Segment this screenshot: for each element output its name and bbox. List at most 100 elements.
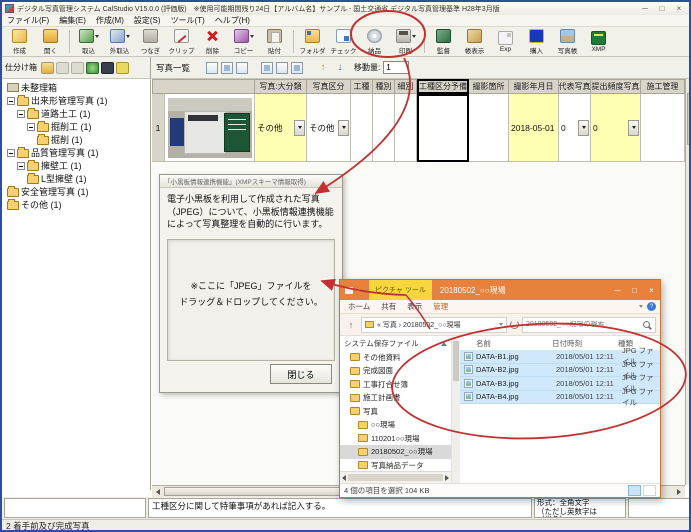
- collapse-icon[interactable]: [7, 97, 15, 105]
- delete-box-icon[interactable]: [71, 62, 84, 74]
- grid-view-icon[interactable]: [261, 62, 273, 74]
- location-cell[interactable]: [469, 94, 509, 162]
- explorer-minimize-button[interactable]: ─: [609, 280, 626, 300]
- sort-order-icon[interactable]: [236, 62, 248, 74]
- nav-item-110201-genba[interactable]: 110201○○現場: [340, 432, 451, 446]
- xmp-button[interactable]: XMP: [583, 27, 614, 56]
- dropdown-button[interactable]: [578, 120, 589, 136]
- tree-item-youheki[interactable]: 擁壁工 (1): [5, 159, 150, 172]
- bottom-empty-field-2[interactable]: [628, 498, 691, 518]
- tree-item-lgata[interactable]: L型擁壁 (1): [5, 172, 150, 185]
- header-syubetsu[interactable]: 種別: [373, 79, 395, 94]
- menu-file[interactable]: ファイル(F): [7, 15, 49, 26]
- expand-ribbon-icon[interactable]: [639, 305, 643, 308]
- tree-item-dekigata[interactable]: 出来形管理写真 (1): [5, 94, 150, 107]
- tab-share[interactable]: 共有: [381, 301, 396, 312]
- saibetsu-cell[interactable]: [395, 94, 417, 162]
- delete-button[interactable]: 削除: [197, 27, 228, 56]
- nav-item-other-docs[interactable]: その他資料: [340, 351, 451, 365]
- tree-item-unsorted[interactable]: 未整理箱: [5, 81, 150, 94]
- scroll-right-icon[interactable]: [673, 487, 685, 497]
- menu-create[interactable]: 作成(M): [96, 15, 124, 26]
- quick-access-icon[interactable]: [345, 287, 353, 294]
- export-list-icon[interactable]: [116, 62, 129, 74]
- refresh-icon[interactable]: [510, 320, 519, 329]
- move-down-icon[interactable]: ↓: [333, 61, 347, 75]
- single-view-icon[interactable]: [276, 62, 288, 74]
- header-construction-mgmt[interactable]: 施工管理: [641, 79, 685, 94]
- folder-button[interactable]: フォルダ: [297, 27, 328, 56]
- check-button[interactable]: チェック: [328, 27, 359, 56]
- search-input[interactable]: [526, 321, 643, 328]
- photo-cell[interactable]: [165, 94, 255, 162]
- tree-item-hinshitsu[interactable]: 品質管理写真 (1): [5, 146, 150, 159]
- column-date[interactable]: 日付時刻: [552, 338, 618, 349]
- vertical-scrollbar[interactable]: [685, 79, 691, 485]
- nav-item-20180502-genba[interactable]: 20180502_○○現場: [340, 445, 451, 459]
- header-frequency[interactable]: 提出頻度写真: [591, 79, 641, 94]
- maximize-button[interactable]: □: [655, 4, 669, 13]
- picture-tools-tab[interactable]: ピクチャ ツール: [369, 280, 432, 300]
- nav-item-delivery-data[interactable]: 写真納品データ: [340, 459, 451, 473]
- add-box-icon[interactable]: [41, 62, 54, 74]
- construction-mgmt-cell[interactable]: [641, 94, 685, 162]
- column-name[interactable]: 名前: [460, 338, 552, 349]
- photo-list-tab[interactable]: 写真一覧: [156, 62, 190, 74]
- ledger-view-button[interactable]: 帳表示: [459, 27, 490, 56]
- frequency-cell[interactable]: 0: [591, 94, 641, 162]
- thumbnail-view-icon[interactable]: [206, 62, 218, 74]
- minimize-button[interactable]: ─: [638, 4, 652, 13]
- nav-item-system[interactable]: システム保存ファイル: [340, 337, 451, 351]
- file-row-b4[interactable]: DATA-B4.jpg2018/05/01 12:11JPG ファイル: [460, 391, 660, 405]
- help-icon[interactable]: ?: [647, 302, 656, 311]
- remarks-field[interactable]: 工種区分に関して特筆事項があれば記入する。: [148, 498, 532, 518]
- nav-item-drawings[interactable]: 完成図面: [340, 364, 451, 378]
- paste-button[interactable]: 貼付: [259, 27, 290, 56]
- tree-item-kussaku[interactable]: 掘削 (1): [5, 133, 150, 146]
- quick-access-dropdown-icon[interactable]: [356, 289, 360, 292]
- close-button[interactable]: ×: [672, 4, 686, 13]
- refresh-icon[interactable]: [86, 62, 99, 74]
- tree-item-sonota[interactable]: その他 (1): [5, 198, 150, 211]
- nav-vertical-scrollbar[interactable]: [452, 337, 460, 483]
- header-major-class[interactable]: 写真:大分類: [255, 79, 307, 94]
- stitch-button[interactable]: つなぎ: [135, 27, 166, 56]
- scroll-left-icon[interactable]: [152, 487, 164, 497]
- clip-button[interactable]: クリップ: [166, 27, 197, 56]
- detail-view-icon[interactable]: [221, 62, 233, 74]
- deliver-button[interactable]: 納品: [359, 27, 390, 56]
- edit-box-icon[interactable]: [56, 62, 69, 74]
- nav-scrollbar-thumb[interactable]: [348, 474, 443, 481]
- major-class-cell[interactable]: その他: [255, 94, 307, 162]
- header-photo-kubun[interactable]: 写真区分: [307, 79, 351, 94]
- vertical-scrollbar-thumb[interactable]: [687, 93, 691, 145]
- collapse-icon[interactable]: [27, 123, 35, 131]
- breadcrumb[interactable]: « 写真 › 20180502_○○現場: [361, 317, 507, 333]
- import-button[interactable]: 取込: [73, 27, 104, 56]
- explorer-maximize-button[interactable]: □: [626, 280, 643, 300]
- kubun-yobi-cell[interactable]: [417, 94, 469, 162]
- dropdown-button[interactable]: [338, 120, 349, 136]
- supervisor-button[interactable]: 監督: [428, 27, 459, 56]
- syubetsu-cell[interactable]: [373, 94, 395, 162]
- header-location[interactable]: 撮影箇所: [469, 79, 509, 94]
- representative-cell[interactable]: 0: [559, 94, 591, 162]
- details-view-icon[interactable]: [628, 485, 641, 496]
- tree-item-anzen[interactable]: 安全管理写真 (1): [5, 185, 150, 198]
- menu-help[interactable]: ヘルプ(H): [215, 15, 250, 26]
- header-shoot-date[interactable]: 撮影年月日: [509, 79, 559, 94]
- jpeg-dropzone[interactable]: ※ここに「JPEG」ファイルを ドラッグ＆ドロップしてください。: [167, 239, 335, 361]
- dropdown-button[interactable]: [628, 120, 639, 136]
- breadcrumb-dropdown-icon[interactable]: [499, 323, 503, 326]
- photo-thumbnail[interactable]: [168, 98, 252, 158]
- collapse-icon[interactable]: [17, 110, 25, 118]
- nav-item-meeting-book[interactable]: 工事打合せ簿: [340, 378, 451, 392]
- up-folder-icon[interactable]: ↑: [344, 320, 358, 330]
- kousyu-cell[interactable]: [351, 94, 373, 162]
- dialog-close-button[interactable]: 閉じる: [270, 364, 332, 384]
- tree-item-douro[interactable]: 道路土工 (1): [5, 107, 150, 120]
- header-representative[interactable]: 代表写真: [559, 79, 591, 94]
- menu-settings[interactable]: 設定(S): [134, 15, 161, 26]
- nav-item-photos[interactable]: 写真: [340, 405, 451, 419]
- tab-view[interactable]: 表示: [407, 301, 422, 312]
